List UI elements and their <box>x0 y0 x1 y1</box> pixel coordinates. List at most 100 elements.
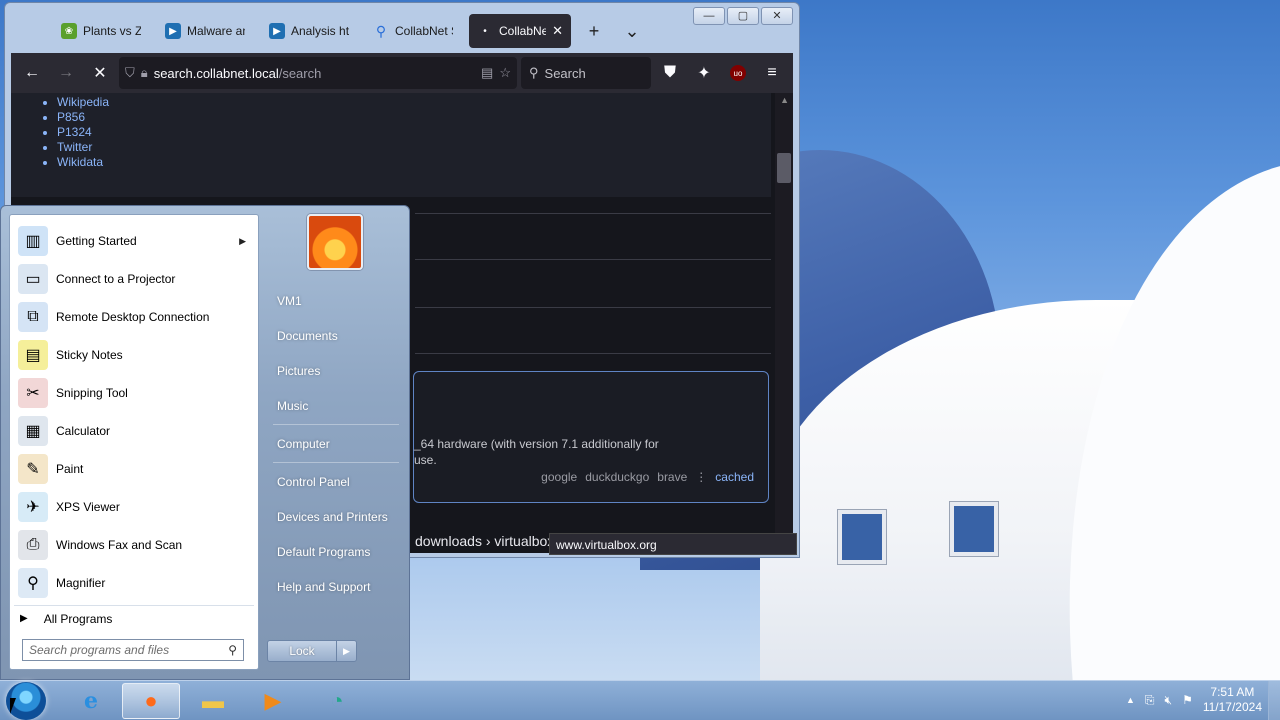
show-hidden-icons-icon[interactable]: ▲ <box>1126 695 1135 705</box>
result-snippet: _64 hardware (with version 7.1 additiona… <box>414 436 714 468</box>
list-all-tabs-icon[interactable]: ⌄ <box>617 21 647 42</box>
program-fax-scan[interactable]: ⎙ Windows Fax and Scan <box>14 527 254 563</box>
network-icon[interactable]: ⎘ <box>1145 693 1155 708</box>
tab-collabnet-active[interactable]: • CollabNe ✕ <box>469 14 571 48</box>
tab-bar: ❀ Plants vs Zo ▶ Malware an ▶ Analysis h… <box>53 13 647 49</box>
network-app-icon[interactable]: ◔ <box>308 683 366 719</box>
program-label: Connect to a Projector <box>56 272 176 286</box>
url-bar[interactable]: ⛉ 🔒︎ search.collabnet.local/search ▤ ☆ <box>119 57 517 89</box>
lock-button[interactable]: Lock <box>268 641 336 661</box>
infobox-card: Wikipedia P856 P1324 Twitter Wikidata <box>11 93 771 197</box>
tab-malware[interactable]: ▶ Malware an <box>157 14 253 48</box>
divider <box>415 307 771 308</box>
reader-view-icon[interactable]: ▤ <box>481 65 493 81</box>
maximize-button[interactable]: ▢ <box>727 7 759 25</box>
result-card[interactable]: _64 hardware (with version 7.1 additiona… <box>413 371 769 503</box>
program-connect-projector[interactable]: ▭ Connect to a Projector <box>14 261 254 297</box>
pocket-icon[interactable]: ⛊ <box>655 58 685 88</box>
programs-pane: ▥ Getting Started ▶ ▭ Connect to a Proje… <box>9 214 259 670</box>
search-input[interactable]: ⚲ Search <box>521 57 651 89</box>
place-computer[interactable]: Computer <box>267 429 405 459</box>
link-wikidata[interactable]: Wikidata <box>57 155 109 170</box>
new-tab-icon[interactable]: + <box>579 21 609 42</box>
minimize-button[interactable]: — <box>693 7 725 25</box>
all-programs-button[interactable]: ▶ All Programs <box>14 605 254 631</box>
action-center-flag-icon[interactable]: ⚑ <box>1182 693 1193 707</box>
divider <box>273 424 399 425</box>
sticky-notes-icon: ▤ <box>18 340 48 370</box>
scroll-up-icon[interactable]: ▲ <box>780 95 789 105</box>
stop-loading-icon[interactable]: ✕ <box>85 58 115 88</box>
divider <box>415 353 771 354</box>
back-icon[interactable]: ← <box>17 58 47 88</box>
result-breadcrumb: downloads › virtualbox <box>415 533 555 549</box>
file-explorer-icon[interactable]: ▬ <box>184 683 242 719</box>
place-default-programs[interactable]: Default Programs <box>267 537 405 567</box>
program-calculator[interactable]: ▦ Calculator <box>14 413 254 449</box>
program-label: Paint <box>56 462 84 476</box>
close-button[interactable]: ✕ <box>761 7 793 25</box>
link-p1324[interactable]: P1324 <box>57 125 109 140</box>
volume-muted-icon[interactable]: 🔇︎ <box>1165 693 1173 708</box>
wallpaper-window <box>838 510 886 564</box>
search-icon: ⚲ <box>529 65 539 80</box>
tab-label: CollabNe <box>499 24 547 38</box>
program-magnifier[interactable]: ⚲ Magnifier <box>14 565 254 601</box>
tab-collabnet-search[interactable]: ⚲ CollabNet S <box>365 14 461 48</box>
extensions-icon[interactable]: ✦ <box>689 58 719 88</box>
program-snipping-tool[interactable]: ✂ Snipping Tool <box>14 375 254 411</box>
all-programs-arrow-icon: ▶ <box>20 613 28 624</box>
shield-icon[interactable]: ⛉ <box>125 65 135 81</box>
place-music[interactable]: Music <box>267 391 405 421</box>
media-player-icon[interactable]: ▶ <box>244 683 302 719</box>
place-documents[interactable]: Documents <box>267 321 405 351</box>
tab-label: Analysis htt <box>291 24 349 38</box>
submenu-arrow-icon: ▶ <box>239 235 246 246</box>
place-pictures[interactable]: Pictures <box>267 356 405 386</box>
window-controls: — ▢ ✕ <box>693 7 793 25</box>
firefox-icon[interactable]: ● <box>122 683 180 719</box>
lock-icon[interactable]: 🔒︎ <box>141 65 148 81</box>
loading-dot-icon: • <box>483 25 487 37</box>
shutdown-options-arrow-icon[interactable]: ▶ <box>336 641 356 661</box>
search-icon: ⚲ <box>228 643 237 657</box>
cached-link[interactable]: cached <box>715 470 754 484</box>
search-programs-input[interactable]: Search programs and files ⚲ <box>22 639 244 661</box>
link-wikipedia[interactable]: Wikipedia <box>57 95 109 110</box>
program-label: Getting Started <box>56 234 137 248</box>
bookmark-star-icon[interactable]: ☆ <box>499 65 511 81</box>
show-desktop-button[interactable] <box>1268 681 1280 720</box>
user-picture-avatar[interactable] <box>307 214 363 270</box>
clock[interactable]: 7:51 AM 11/17/2024 <box>1203 685 1262 715</box>
all-programs-label: All Programs <box>43 611 113 626</box>
lock-button-group: Lock ▶ <box>267 640 357 662</box>
link-list: Wikipedia P856 P1324 Twitter Wikidata <box>57 95 109 170</box>
place-devices-printers[interactable]: Devices and Printers <box>267 502 405 532</box>
program-paint[interactable]: ✎ Paint <box>14 451 254 487</box>
forward-icon[interactable]: → <box>51 58 81 88</box>
system-tray: ▲ ⎘ 🔇︎ ⚑ 7:51 AM 11/17/2024 <box>1126 685 1262 715</box>
program-xps-viewer[interactable]: ✈ XPS Viewer <box>14 489 254 525</box>
tab-plants[interactable]: ❀ Plants vs Zo <box>53 14 149 48</box>
place-vm1[interactable]: VM1 <box>267 286 405 316</box>
program-label: XPS Viewer <box>56 500 120 514</box>
analysis-icon: ▶ <box>165 23 181 39</box>
internet-explorer-icon[interactable]: e <box>62 683 120 719</box>
getting-started-icon: ▥ <box>18 226 48 256</box>
link-p856[interactable]: P856 <box>57 110 109 125</box>
scrollbar[interactable]: ▲ <box>775 93 793 553</box>
close-tab-icon[interactable]: ✕ <box>552 23 563 39</box>
program-getting-started[interactable]: ▥ Getting Started ▶ <box>14 223 254 259</box>
place-help-support[interactable]: Help and Support <box>267 572 405 602</box>
menu-hamburger-icon[interactable]: ≡ <box>757 58 787 88</box>
scrollbar-thumb[interactable] <box>777 153 791 183</box>
link-twitter[interactable]: Twitter <box>57 140 109 155</box>
clock-date: 11/17/2024 <box>1202 700 1262 714</box>
tab-analysis[interactable]: ▶ Analysis htt <box>261 14 357 48</box>
program-sticky-notes[interactable]: ▤ Sticky Notes <box>14 337 254 373</box>
program-remote-desktop[interactable]: ⧉ Remote Desktop Connection <box>14 299 254 335</box>
place-control-panel[interactable]: Control Panel <box>267 467 405 497</box>
url-path: /search <box>278 65 322 81</box>
ublock-icon[interactable]: uo <box>723 58 753 88</box>
paint-icon: ✎ <box>18 454 48 484</box>
